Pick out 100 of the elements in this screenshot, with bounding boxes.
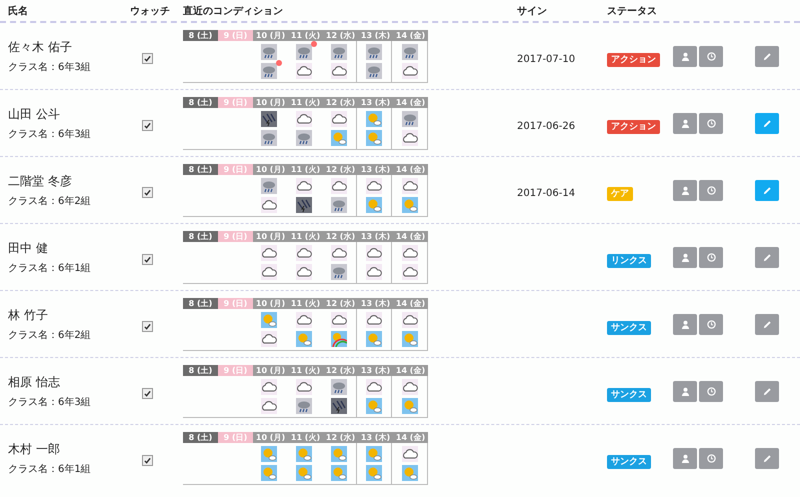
edit-button[interactable] (755, 380, 779, 402)
watch-checkbox[interactable] (142, 454, 153, 466)
pencil-icon (762, 118, 772, 128)
day-header: 14 (金) (393, 364, 428, 376)
edit-button[interactable] (755, 112, 779, 134)
student-name: 相原 怡志 (8, 374, 61, 390)
day-header: 14 (金) (393, 298, 428, 308)
pencil-icon (762, 252, 772, 262)
day-header: 13 (木) (358, 364, 393, 376)
pencil-icon (762, 186, 772, 194)
day-header: 13 (木) (358, 432, 393, 442)
day-header: 11 (火) (288, 298, 323, 308)
day-header: 13 (木) (358, 230, 393, 242)
column-header: ステータス (607, 4, 658, 18)
history-button[interactable] (699, 180, 723, 200)
history-button[interactable] (699, 314, 723, 334)
profile-button[interactable] (673, 246, 697, 268)
class-name: クラス名：6年3組 (8, 396, 92, 408)
history-button[interactable] (699, 112, 723, 134)
student-name: 林 竹子 (8, 306, 49, 324)
day-header: 14 (金) (393, 30, 428, 40)
watch-checkbox[interactable] (142, 320, 153, 332)
day-header: 8 (土) (183, 364, 218, 376)
day-header: 9 (日) (218, 164, 253, 174)
pencil-icon (762, 386, 772, 396)
day-header: 12 (水) (323, 230, 358, 242)
history-button[interactable] (699, 246, 723, 268)
class-name: クラス名：6年3組 (8, 60, 92, 74)
edit-button[interactable] (755, 180, 779, 200)
person-icon (680, 252, 690, 262)
status-badge: サンクス (607, 320, 651, 334)
clock-icon (706, 252, 716, 262)
day-header: 14 (金) (393, 96, 428, 108)
person-icon (680, 386, 690, 396)
watch-checkbox[interactable] (142, 254, 153, 264)
status-badge: サンクス (607, 388, 651, 402)
day-header: 11 (火) (288, 96, 323, 108)
day-header: 12 (水) (323, 298, 358, 308)
clock-icon (706, 320, 716, 328)
edit-button[interactable] (755, 46, 779, 66)
watch-checkbox[interactable] (142, 52, 153, 64)
person-icon (680, 118, 690, 128)
profile-button[interactable] (673, 112, 697, 134)
profile-button[interactable] (673, 448, 697, 468)
person-icon (680, 186, 690, 194)
day-header: 11 (火) (288, 364, 323, 376)
sign-date: 2017-06-26 (517, 120, 576, 132)
day-header: 9 (日) (218, 96, 253, 108)
day-header: 10 (月) (253, 364, 288, 376)
watch-checkbox[interactable] (142, 388, 153, 398)
person-icon (680, 454, 690, 462)
day-header: 9 (日) (218, 364, 253, 376)
edit-button[interactable] (755, 448, 779, 468)
class-name: クラス名：6年2組 (8, 194, 92, 208)
sign-date: 2017-07-10 (517, 54, 576, 64)
day-header: 14 (金) (393, 164, 428, 174)
clock-icon (706, 454, 716, 462)
day-header: 10 (月) (253, 298, 288, 308)
watch-checkbox[interactable] (142, 120, 153, 130)
profile-button[interactable] (673, 380, 697, 402)
day-header: 9 (日) (218, 298, 253, 308)
day-header: 9 (日) (218, 432, 253, 442)
person-icon (680, 320, 690, 328)
status-badge: アクション (607, 52, 660, 66)
day-header: 8 (土) (183, 230, 218, 242)
class-name: クラス名：6年2組 (8, 328, 92, 342)
day-header: 8 (土) (183, 30, 218, 40)
profile-button[interactable] (673, 46, 697, 66)
day-header: 10 (月) (253, 230, 288, 242)
day-header: 10 (月) (253, 30, 288, 40)
clock-icon (706, 118, 716, 128)
column-header: 氏名 (7, 4, 29, 18)
day-header: 11 (火) (288, 164, 323, 174)
column-header: ウォッチ (129, 4, 171, 18)
day-header: 12 (水) (323, 164, 358, 174)
pencil-icon (762, 52, 772, 60)
class-name: クラス名：6年1組 (8, 262, 92, 274)
history-button[interactable] (699, 380, 723, 402)
day-header: 11 (火) (288, 432, 323, 442)
status-badge: ケア (607, 186, 633, 200)
column-header: 直近のコンディション (183, 4, 284, 18)
student-name: 二階堂 冬彦 (8, 172, 73, 190)
watch-checkbox[interactable] (142, 186, 153, 198)
day-header: 11 (火) (288, 30, 323, 40)
pencil-icon (762, 454, 772, 462)
history-button[interactable] (699, 46, 723, 66)
day-header: 9 (日) (218, 30, 253, 40)
day-header: 10 (月) (253, 96, 288, 108)
day-header: 13 (木) (358, 96, 393, 108)
edit-button[interactable] (755, 246, 779, 268)
profile-button[interactable] (673, 180, 697, 200)
day-header: 8 (土) (183, 432, 218, 442)
day-header: 11 (火) (288, 230, 323, 242)
day-header: 14 (金) (393, 230, 428, 242)
day-header: 12 (水) (323, 30, 358, 40)
class-name: クラス名：6年3組 (8, 128, 92, 140)
edit-button[interactable] (755, 314, 779, 334)
history-button[interactable] (699, 448, 723, 468)
day-header: 14 (金) (393, 432, 428, 442)
profile-button[interactable] (673, 314, 697, 334)
